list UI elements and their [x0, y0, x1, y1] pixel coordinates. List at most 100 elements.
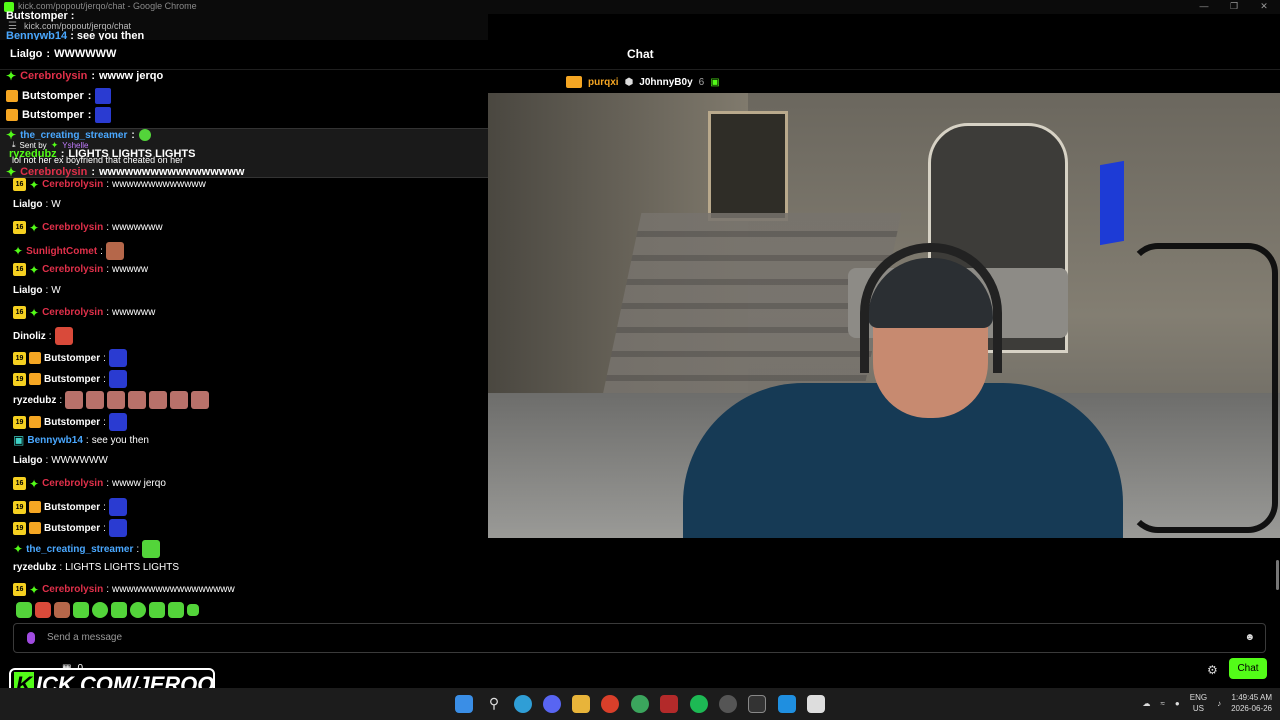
emoji-picker-icon[interactable]: ☻	[1244, 632, 1255, 643]
message-input-box[interactable]: Send a message ☻	[13, 623, 1266, 653]
username[interactable]: ryzedubz	[13, 562, 56, 573]
username[interactable]: Butstomper	[44, 502, 100, 513]
stream-video[interactable]	[488, 93, 1280, 538]
username[interactable]: Butstomper	[44, 523, 100, 534]
username[interactable]: the_creating_streamer	[26, 544, 133, 555]
emote-button[interactable]	[35, 602, 51, 618]
terminal-icon[interactable]	[748, 695, 766, 713]
separator: :	[106, 222, 109, 233]
username[interactable]: Cerebrolysin	[42, 222, 103, 233]
chat-send-button[interactable]: Chat	[1229, 658, 1267, 679]
volume-icon[interactable]: ♪	[1217, 699, 1221, 708]
separator: :	[103, 352, 106, 364]
language-indicator[interactable]: ENG US	[1190, 692, 1207, 714]
pinned-message: Butstomper :	[6, 107, 112, 123]
top-chatter-1[interactable]: purqxi	[588, 77, 619, 88]
verified-star-icon: ✦	[29, 582, 40, 597]
discord-icon[interactable]	[543, 695, 561, 713]
subscriber-badge: 19	[13, 372, 26, 386]
chat-message: ryzedubz: LIGHTS LIGHTS LIGHTS	[13, 562, 179, 573]
verified-star-icon: ✦	[13, 542, 24, 556]
chat-message: 16 ✦ Cerebrolysin: wwwwwwwwwwwww	[13, 178, 206, 191]
username[interactable]: Lialgo	[13, 455, 42, 466]
username[interactable]: Butstomper	[22, 90, 84, 102]
username[interactable]: Cerebrolysin	[42, 307, 103, 318]
username[interactable]: Cerebrolysin	[42, 478, 103, 489]
top-chatter-2[interactable]: J0hnnyB0y	[639, 77, 692, 88]
emote	[128, 391, 147, 409]
emote-button[interactable]	[187, 604, 199, 616]
username[interactable]: Butstomper	[44, 353, 100, 364]
username[interactable]: Butstomper	[22, 109, 84, 121]
username[interactable]: Butstomper	[44, 417, 100, 428]
username[interactable]: SunlightComet	[26, 246, 97, 257]
separator: :	[103, 373, 106, 385]
clock[interactable]: 1:49:45 AM 2026-06-26	[1231, 692, 1272, 714]
obs-icon[interactable]	[719, 695, 737, 713]
chat-message: Lialgo: W	[13, 199, 61, 210]
emote-button[interactable]	[16, 602, 32, 618]
emote-button[interactable]	[168, 602, 184, 618]
edge-icon[interactable]	[514, 695, 532, 713]
chat-message: 16 ✦ Cerebrolysin: wwwwww	[13, 306, 155, 319]
hexagon-icon: ⬢	[624, 76, 634, 88]
chat-message: 19 Butstomper:	[13, 498, 127, 516]
username[interactable]: Cerebrolysin	[42, 264, 103, 275]
emote-button[interactable]	[149, 602, 165, 618]
spotify-icon[interactable]	[690, 695, 708, 713]
app-blue-icon[interactable]	[778, 695, 796, 713]
separator: :	[48, 330, 52, 342]
wifi-icon[interactable]: ≈	[1161, 699, 1165, 708]
emote-button[interactable]	[130, 602, 146, 618]
chrome-icon[interactable]	[601, 695, 619, 713]
chat-message: 19 Butstomper:	[13, 370, 127, 388]
video-window	[708, 111, 788, 221]
subscriber-badge: 19	[13, 521, 26, 535]
restore-icon[interactable]: ❐	[1228, 1, 1240, 13]
minimize-icon[interactable]: —	[1198, 1, 1210, 13]
chrome-active-icon[interactable]	[631, 695, 649, 713]
emote	[108, 498, 127, 516]
message-text: WWWWWW	[51, 455, 108, 466]
emote-button[interactable]	[111, 602, 127, 618]
username[interactable]: Cerebrolysin	[20, 70, 87, 82]
username[interactable]: Lialgo	[10, 48, 42, 60]
message-placeholder[interactable]: Send a message	[47, 632, 122, 643]
close-icon[interactable]: ✕	[1258, 1, 1270, 13]
start-icon[interactable]	[455, 695, 473, 713]
crown-icon	[29, 373, 41, 385]
notepad-icon[interactable]	[807, 695, 825, 713]
verified-star-icon: ✦	[6, 69, 17, 83]
cloud-icon[interactable]: ☁	[1143, 699, 1151, 708]
separator: :	[106, 307, 109, 318]
message-text: W	[51, 199, 61, 210]
separator: :	[106, 584, 109, 595]
chat-message: ryzedubz:	[13, 391, 210, 409]
mic-icon[interactable]	[27, 632, 35, 644]
emote-button[interactable]	[73, 602, 89, 618]
app-icon[interactable]	[660, 695, 678, 713]
pinned-message: Butstomper :	[6, 88, 112, 104]
subscriber-badge: 19	[13, 500, 26, 514]
scrollbar[interactable]	[1276, 560, 1279, 590]
username[interactable]: Bennywb14	[27, 435, 83, 446]
chat-message: ✦ SunlightComet:	[13, 242, 124, 260]
username[interactable]: Dinoliz	[13, 331, 46, 342]
verified-star-icon: ✦	[29, 262, 40, 277]
username[interactable]: Butstomper	[44, 374, 100, 385]
emote-button[interactable]	[92, 602, 108, 618]
mic-tray-icon[interactable]: ●	[1175, 699, 1180, 708]
emote-button[interactable]	[54, 602, 70, 618]
settings-gear-icon[interactable]: ⚙	[1207, 663, 1218, 677]
username[interactable]: Cerebrolysin	[42, 179, 103, 190]
separator: :	[103, 416, 106, 428]
message-text: LIGHTS LIGHTS LIGHTS	[65, 562, 180, 573]
username[interactable]: Lialgo	[13, 199, 42, 210]
username[interactable]: Cerebrolysin	[20, 166, 87, 178]
folder-icon[interactable]	[572, 695, 590, 713]
username[interactable]: Cerebrolysin	[42, 584, 103, 595]
search-icon[interactable]: ⚲	[485, 695, 503, 713]
emote	[107, 391, 126, 409]
username[interactable]: Lialgo	[13, 285, 42, 296]
username[interactable]: ryzedubz	[13, 395, 56, 406]
